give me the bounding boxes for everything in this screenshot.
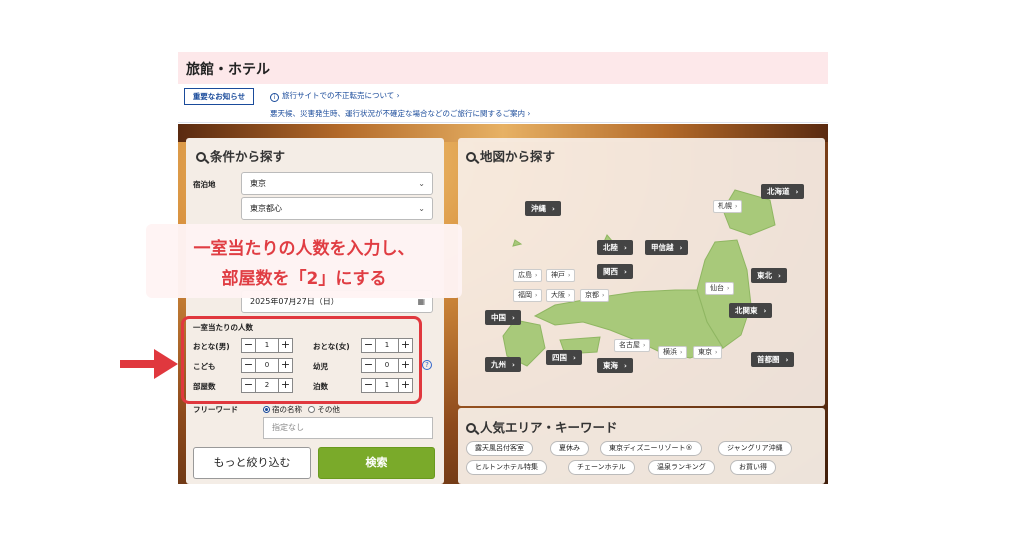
city-yokohama[interactable]: 横浜 › [658,346,688,359]
region-shikoku[interactable]: 四国 › [546,350,582,365]
region-kyushu[interactable]: 九州 › [485,357,521,372]
city-kobe[interactable]: 神戸 › [546,269,576,282]
keyword-chip[interactable]: チェーンホテル [568,460,635,475]
search-icon [196,152,206,162]
city-fukuoka[interactable]: 福岡 › [513,289,543,302]
city-osaka[interactable]: 大阪 › [546,289,576,302]
important-notice-button[interactable]: 重要なお知らせ [184,88,254,105]
keyword-chip[interactable]: ジャングリア沖縄 [718,441,792,456]
guest-count-highlight-box [181,316,422,404]
title-bar: 旅館・ホテル [178,52,828,84]
keyword-chip[interactable]: 温泉ランキング [648,460,715,475]
chevron-down-icon: ⌄ [418,204,425,213]
region-kitakanto[interactable]: 北関東 › [729,303,773,318]
info-icon: i [270,93,279,102]
region-tokai[interactable]: 東海 › [597,358,633,373]
keyword-chip[interactable]: お買い得 [730,460,776,475]
city-nagoya[interactable]: 名古屋 › [614,339,651,352]
arrow-right-icon [120,349,178,379]
region-kansai[interactable]: 関西 › [597,264,633,279]
notice-text-weather: 悪天候、災害発生時、運行状況が不確定な場合などのご旅行に関するご案内 [270,109,525,118]
stay-location-label: 宿泊地 [193,180,216,189]
more-filters-button[interactable]: もっと絞り込む [193,447,311,479]
prefecture-select[interactable]: 東京 ⌄ [241,172,433,195]
freeword-label: フリーワード [193,405,238,414]
page-title: 旅館・ホテル [186,62,270,78]
keyword-chip[interactable]: 露天風呂付客室 [466,441,533,456]
city-tokyo[interactable]: 東京 › [693,346,723,359]
freeword-type-radios: 宿の名称 その他 [263,404,340,415]
map-panel-title: 地図から探す [466,146,555,165]
freeword-input[interactable]: 指定なし [263,417,433,439]
callout-line-2: 部屋数を「2」にする [221,269,387,289]
region-tohoku[interactable]: 東北 › [751,268,787,283]
help-icon[interactable]: ? [422,360,432,370]
notice-link-weather[interactable]: 悪天候、災害発生時、運行状況が不確定な場合などのご旅行に関するご案内 › [270,108,530,119]
notice-link-resale[interactable]: i 旅行サイトでの不正転売について › [270,90,400,102]
search-button[interactable]: 検索 [318,447,435,479]
keyword-chip[interactable]: 東京ディズニーリゾート® [600,441,702,456]
region-koshinetsu[interactable]: 甲信越 › [645,240,689,255]
notice-text-resale: 旅行サイトでの不正転売について [282,91,395,100]
city-sapporo[interactable]: 札幌 › [713,200,743,213]
callout-line-1: 一室当たりの人数を入力し、 [193,239,415,259]
region-okinawa[interactable]: 沖縄 › [525,201,561,216]
region-chugoku[interactable]: 中国 › [485,310,521,325]
region-shutoken[interactable]: 首都圏 › [751,352,795,367]
keyword-panel-title: 人気エリア・キーワード [466,417,618,436]
city-kyoto[interactable]: 京都 › [580,289,610,302]
city-hiroshima[interactable]: 広島 › [513,269,543,282]
region-hokuriku[interactable]: 北陸 › [597,240,633,255]
radio-hotel-name[interactable] [263,406,270,413]
instruction-callout: 一室当たりの人数を入力し、 部屋数を「2」にする [146,224,462,298]
notice-divider [178,122,828,123]
radio-other[interactable] [308,406,316,413]
city-sendai[interactable]: 仙台 › [705,282,735,295]
search-icon [466,423,476,433]
search-panel-title: 条件から探す [196,146,285,165]
keyword-chip[interactable]: 夏休み [550,441,589,456]
region-hokkaido[interactable]: 北海道 › [761,184,805,199]
area-select[interactable]: 東京都心 ⌄ [241,197,433,220]
chevron-down-icon: ⌄ [418,179,425,188]
search-icon [466,152,476,162]
keyword-chip[interactable]: ヒルトンホテル特集 [466,460,547,475]
